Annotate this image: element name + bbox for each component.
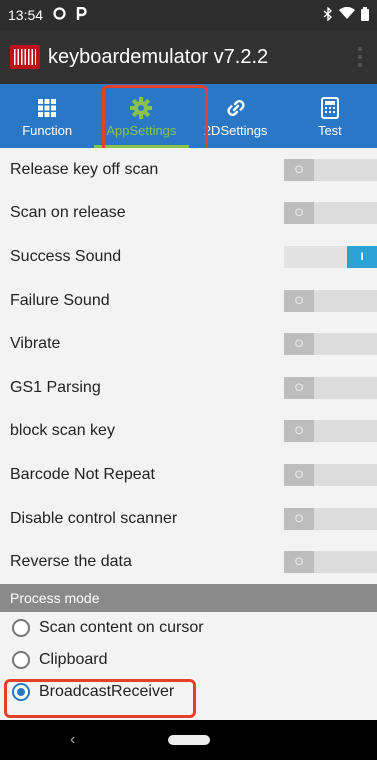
toggle-switch[interactable]: O (284, 158, 377, 181)
setting-row-vibrate[interactable]: Vibrate O (0, 322, 377, 366)
tab-appsettings[interactable]: AppSettings (94, 84, 189, 148)
setting-label: Failure Sound (10, 291, 110, 309)
setting-label: Release key off scan (10, 160, 159, 178)
setting-row-disable-control-scanner[interactable]: Disable control scanner O (0, 497, 377, 541)
gear-icon (130, 95, 153, 121)
link-icon (225, 95, 247, 121)
toggle-knob: O (284, 463, 314, 486)
back-icon[interactable]: ‹ (70, 731, 75, 749)
setting-row-release-key-off-scan[interactable]: Release key off scan O (0, 148, 377, 192)
tab-label: Test (317, 122, 342, 138)
tab-label: 2DSettings (203, 122, 268, 138)
notification-icon (53, 7, 66, 23)
radio-label: BroadcastReceiver (39, 683, 175, 700)
toggle-knob: O (284, 333, 314, 356)
setting-row-success-sound[interactable]: Success Sound I (0, 235, 377, 279)
radio-button[interactable] (12, 651, 30, 669)
barcode-logo-icon (10, 45, 40, 69)
setting-label: Success Sound (10, 247, 122, 265)
radio-button-checked[interactable] (12, 683, 30, 701)
toggle-switch[interactable]: I (284, 245, 377, 268)
tab-label: Function (22, 122, 73, 138)
setting-row-barcode-not-repeat[interactable]: Barcode Not Repeat O (0, 453, 377, 497)
toggle-switch[interactable]: O (284, 333, 377, 356)
setting-row-scan-on-release[interactable]: Scan on release O (0, 192, 377, 236)
radio-button[interactable] (12, 619, 30, 637)
battery-icon (361, 6, 369, 24)
p-notification-icon (76, 6, 87, 24)
toggle-knob: O (284, 420, 314, 443)
process-mode-radio-group: Scan content on cursor Clipboard Broadca… (0, 612, 377, 720)
radio-label: Scan content on cursor (39, 619, 204, 636)
system-nav-bar: ‹ (0, 720, 377, 760)
status-time: 13:54 (8, 7, 44, 23)
setting-row-reverse-the-data[interactable]: Reverse the data O (0, 540, 377, 584)
toggle-knob: O (284, 289, 314, 312)
tab-bar: Function AppSettings 2DSettings Test (0, 84, 377, 148)
setting-label: Barcode Not Repeat (10, 465, 155, 483)
toggle-switch[interactable]: O (284, 507, 377, 530)
toggle-switch[interactable]: O (284, 376, 377, 399)
radio-option-scan-content-on-cursor[interactable]: Scan content on cursor (0, 612, 377, 644)
toggle-knob: O (284, 507, 314, 530)
setting-row-gs1-parsing[interactable]: GS1 Parsing O (0, 366, 377, 410)
radio-option-broadcastreceiver[interactable]: BroadcastReceiver (0, 676, 377, 708)
tab-test[interactable]: Test (283, 84, 377, 148)
calculator-icon (320, 95, 339, 121)
toggle-switch[interactable]: O (284, 420, 377, 443)
setting-label: GS1 Parsing (10, 378, 101, 396)
tab-function[interactable]: Function (0, 84, 94, 148)
setting-label: block scan key (10, 422, 115, 440)
overflow-menu-icon[interactable] (353, 47, 367, 67)
status-bar: 13:54 (0, 0, 377, 30)
settings-list: Release key off scan O Scan on release O… (0, 148, 377, 584)
bluetooth-icon (323, 5, 333, 24)
toggle-knob: O (284, 551, 314, 574)
setting-label: Scan on release (10, 204, 126, 222)
home-pill-icon[interactable] (168, 735, 210, 745)
toggle-switch[interactable]: O (284, 463, 377, 486)
toggle-switch[interactable]: O (284, 202, 377, 225)
grid-icon (38, 95, 57, 121)
tab-2dsettings[interactable]: 2DSettings (189, 84, 283, 148)
tab-label: AppSettings (106, 122, 177, 138)
toggle-knob: I (347, 245, 377, 268)
toggle-knob: O (284, 376, 314, 399)
toggle-knob: O (284, 202, 314, 225)
app-bar: keyboardemulator v7.2.2 (0, 30, 377, 84)
setting-label: Vibrate (10, 335, 61, 353)
setting-row-block-scan-key[interactable]: block scan key O (0, 410, 377, 454)
process-mode-header: Process mode (0, 584, 377, 612)
setting-row-failure-sound[interactable]: Failure Sound O (0, 279, 377, 323)
wifi-icon (339, 6, 355, 23)
toggle-knob: O (284, 158, 314, 181)
setting-label: Reverse the data (10, 553, 132, 571)
app-title: keyboardemulator v7.2.2 (48, 45, 269, 68)
radio-option-clipboard[interactable]: Clipboard (0, 644, 377, 676)
toggle-switch[interactable]: O (284, 289, 377, 312)
toggle-switch[interactable]: O (284, 551, 377, 574)
setting-label: Disable control scanner (10, 509, 178, 527)
radio-label: Clipboard (39, 651, 108, 668)
